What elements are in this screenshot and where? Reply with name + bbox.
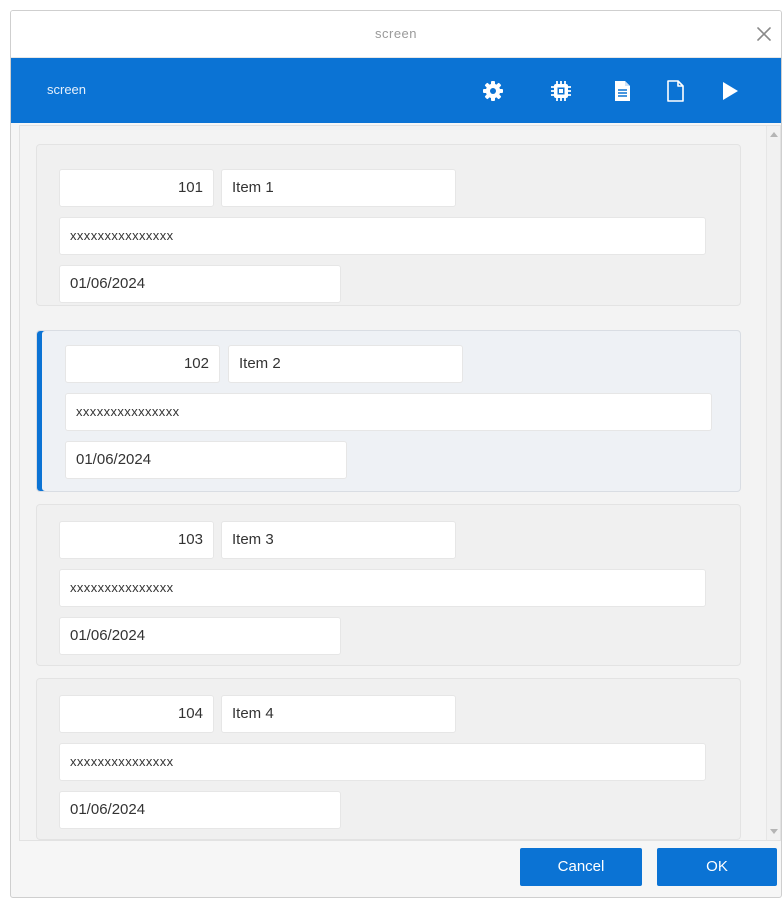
play-icon[interactable] <box>717 78 743 104</box>
blank-page-icon[interactable] <box>662 78 688 104</box>
item-text-field[interactable]: xxxxxxxxxxxxxxx <box>59 217 706 255</box>
ok-button[interactable]: OK <box>657 848 777 886</box>
title-bar: screen <box>11 11 781 58</box>
dialog-window: screen screen 101 Item 1 xxxxxxxxxxxxxxx… <box>10 10 782 898</box>
item-number-field[interactable]: 103 <box>59 521 214 559</box>
item-date-field[interactable]: 01/06/2024 <box>59 617 341 655</box>
item-text-field[interactable]: xxxxxxxxxxxxxxx <box>65 393 712 431</box>
scroll-down-icon[interactable] <box>770 829 778 834</box>
item-name-field[interactable]: Item 2 <box>228 345 463 383</box>
item-date-field[interactable]: 01/06/2024 <box>59 265 341 303</box>
item-number-field[interactable]: 104 <box>59 695 214 733</box>
item-list[interactable]: 101 Item 1 xxxxxxxxxxxxxxx 01/06/2024 10… <box>19 125 781 841</box>
item-name-field[interactable]: Item 4 <box>221 695 456 733</box>
cancel-button[interactable]: Cancel <box>520 848 642 886</box>
toolbar-label: screen <box>47 82 87 97</box>
list-item[interactable]: 101 Item 1 xxxxxxxxxxxxxxx 01/06/2024 <box>36 144 741 306</box>
gear-icon[interactable] <box>480 78 506 104</box>
window-title: screen <box>374 26 418 41</box>
document-icon[interactable] <box>609 78 635 104</box>
item-name-field[interactable]: Item 1 <box>221 169 456 207</box>
vertical-scrollbar[interactable] <box>766 126 780 840</box>
chip-icon[interactable] <box>548 78 574 104</box>
item-date-field[interactable]: 01/06/2024 <box>59 791 341 829</box>
list-item[interactable]: 104 Item 4 xxxxxxxxxxxxxxx 01/06/2024 <box>36 678 741 840</box>
close-icon[interactable] <box>751 21 777 47</box>
item-text-field[interactable]: xxxxxxxxxxxxxxx <box>59 743 706 781</box>
toolbar: screen <box>11 58 781 123</box>
list-item-selected[interactable]: 102 Item 2 xxxxxxxxxxxxxxx 01/06/2024 <box>36 330 741 492</box>
item-date-field[interactable]: 01/06/2024 <box>65 441 347 479</box>
item-name-field[interactable]: Item 3 <box>221 521 456 559</box>
item-number-field[interactable]: 101 <box>59 169 214 207</box>
item-number-field[interactable]: 102 <box>65 345 220 383</box>
item-text-field[interactable]: xxxxxxxxxxxxxxx <box>59 569 706 607</box>
scroll-up-icon[interactable] <box>770 132 778 137</box>
list-item[interactable]: 103 Item 3 xxxxxxxxxxxxxxx 01/06/2024 <box>36 504 741 666</box>
